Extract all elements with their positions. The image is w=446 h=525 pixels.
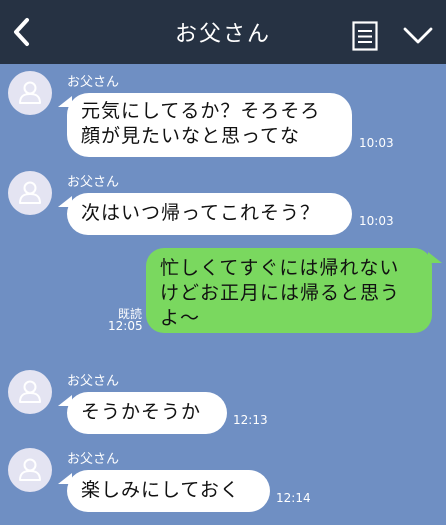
message-line: 元気にしてるか？そろそろ	[81, 100, 321, 122]
sender-name: お父さん	[67, 374, 120, 389]
message-line: よ〜	[160, 307, 201, 329]
sender-name: お父さん	[67, 452, 120, 467]
message-bubble[interactable]: 元気にしてるか？そろそろ 顔が見たいなと思ってな	[67, 93, 352, 157]
chat-title: お父さん	[174, 22, 271, 47]
notes-icon	[352, 21, 378, 51]
avatar[interactable]	[8, 370, 52, 414]
message-time: 12:14	[276, 491, 311, 505]
avatar[interactable]	[8, 171, 52, 215]
person-icon	[19, 458, 41, 481]
chevron-down-icon	[403, 27, 433, 44]
person-icon	[19, 380, 41, 403]
notes-button[interactable]	[352, 21, 378, 51]
avatar[interactable]	[8, 448, 52, 492]
message-time: 10:03	[359, 214, 394, 228]
message-line: 楽しみにしておく	[81, 479, 240, 501]
menu-toggle-button[interactable]	[402, 26, 434, 46]
message-line: そうかそうか	[81, 401, 202, 423]
message-line: 忙しくてすぐには帰れない	[160, 257, 400, 279]
message-line: 次はいつ帰ってこれそう？	[81, 202, 321, 224]
chat-header: お父さん	[0, 0, 446, 64]
sender-name: お父さん	[67, 75, 120, 90]
avatar[interactable]	[8, 71, 52, 115]
message-bubble[interactable]: そうかそうか	[67, 392, 227, 434]
person-icon	[19, 181, 41, 204]
message-time: 12:13	[233, 413, 268, 427]
message-bubble[interactable]: 次はいつ帰ってこれそう？	[67, 193, 352, 235]
message-bubble[interactable]: 忙しくてすぐには帰れない けどお正月には帰ると思う よ〜	[146, 248, 432, 333]
message-bubble[interactable]: 楽しみにしておく	[67, 470, 270, 512]
person-icon	[19, 81, 41, 104]
message-line: けどお正月には帰ると思う	[160, 282, 401, 304]
message-line: 顔が見たいなと思ってな	[81, 125, 301, 147]
message-time: 12:05	[108, 319, 143, 333]
bubble-tail	[428, 252, 442, 263]
message-time: 10:03	[359, 136, 394, 150]
sender-name: お父さん	[67, 175, 120, 190]
